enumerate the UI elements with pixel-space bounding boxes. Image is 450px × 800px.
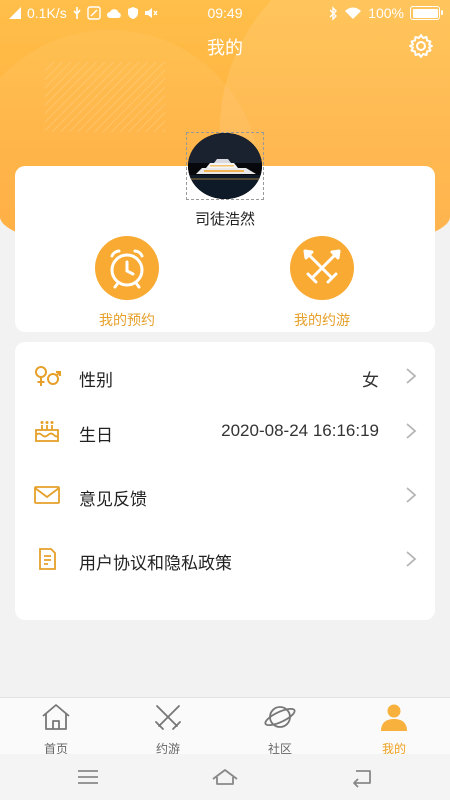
menu-row-agreement[interactable]: 用户协议和隐私政策 [15, 534, 435, 584]
document-icon [39, 548, 56, 570]
wifi-icon [345, 7, 362, 19]
menu-row-birthday[interactable]: 生日 2020-08-24 16:16:19 [15, 406, 435, 456]
feedback-label: 意见反馈 [79, 490, 147, 509]
birthday-value: 2020-08-24 16:16:19 [221, 421, 379, 440]
birthday-label: 生日 [79, 426, 113, 445]
tab-community[interactable]: 社区 [240, 702, 320, 757]
chevron-right-icon [406, 368, 417, 384]
chevron-right-icon [406, 423, 417, 439]
battery-percent: 100% [368, 5, 404, 21]
system-nav-bar [0, 754, 450, 800]
my-reservations-button[interactable]: 我的预约 [77, 236, 177, 330]
avatar-image [188, 133, 262, 199]
battery-icon [410, 6, 443, 20]
settings-menu: 性别 女 生日 2020-08-24 16:16:19 意见反馈 用户协议和隐私… [15, 342, 435, 620]
bluetooth-icon [329, 5, 338, 21]
menu-icon[interactable] [74, 765, 102, 789]
bottom-tab-bar: 首页 约游 社区 我的 [0, 697, 450, 757]
swords-icon [155, 705, 181, 730]
my-trips-button[interactable]: 我的约游 [272, 236, 372, 330]
page-title: 我的 [207, 38, 243, 58]
gender-value: 女 [362, 371, 379, 390]
mail-icon [34, 486, 60, 504]
crossed-swords-icon [290, 236, 354, 300]
tab-trips[interactable]: 约游 [128, 702, 208, 757]
my-trips-label: 我的约游 [294, 312, 350, 328]
menu-row-feedback[interactable]: 意见反馈 [15, 470, 435, 520]
person-icon [381, 704, 407, 731]
home-icon [42, 704, 70, 730]
my-reservations-label: 我的预约 [99, 312, 155, 328]
username: 司徒浩然 [194, 211, 255, 228]
alarm-clock-icon [95, 236, 159, 300]
tab-profile[interactable]: 我的 [354, 702, 434, 757]
gender-label: 性别 [79, 371, 113, 390]
back-icon[interactable] [348, 765, 376, 789]
cake-icon [35, 421, 59, 442]
settings-gear-icon[interactable] [408, 33, 434, 59]
status-bar: 0.1K/s 09:49 100% [0, 0, 450, 28]
home-nav-icon[interactable] [211, 765, 239, 789]
planet-icon [264, 706, 296, 728]
avatar[interactable] [186, 132, 264, 200]
agreement-label: 用户协议和隐私政策 [79, 554, 232, 573]
menu-row-gender[interactable]: 性别 女 [15, 351, 435, 401]
tab-home[interactable]: 首页 [16, 702, 96, 757]
gender-icon [35, 366, 61, 386]
chevron-right-icon [406, 551, 417, 567]
chevron-right-icon [406, 487, 417, 503]
